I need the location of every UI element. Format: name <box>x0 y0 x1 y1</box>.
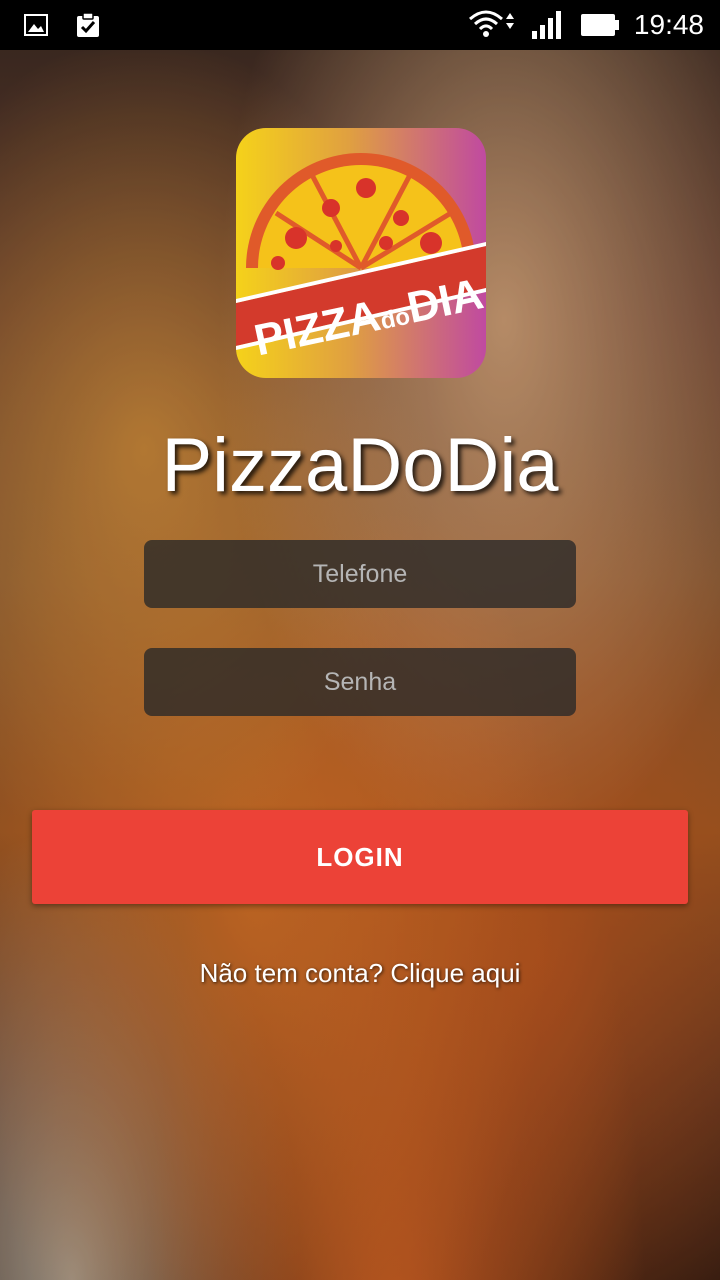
signup-link[interactable]: Não tem conta? Clique aqui <box>0 958 720 989</box>
signal-icon <box>530 9 566 41</box>
app-logo: PIZZAdoDIA <box>236 128 486 378</box>
battery-icon <box>580 13 620 37</box>
password-input[interactable] <box>144 648 576 716</box>
status-bar: 19:48 <box>0 0 720 50</box>
image-icon <box>24 14 48 36</box>
login-button[interactable]: LOGIN <box>32 810 688 904</box>
phone-input[interactable] <box>144 540 576 608</box>
app-title: PizzaDoDia <box>161 423 559 508</box>
clock: 19:48 <box>633 9 704 40</box>
clipboard-check-icon <box>74 11 102 39</box>
wifi-icon <box>468 9 516 41</box>
